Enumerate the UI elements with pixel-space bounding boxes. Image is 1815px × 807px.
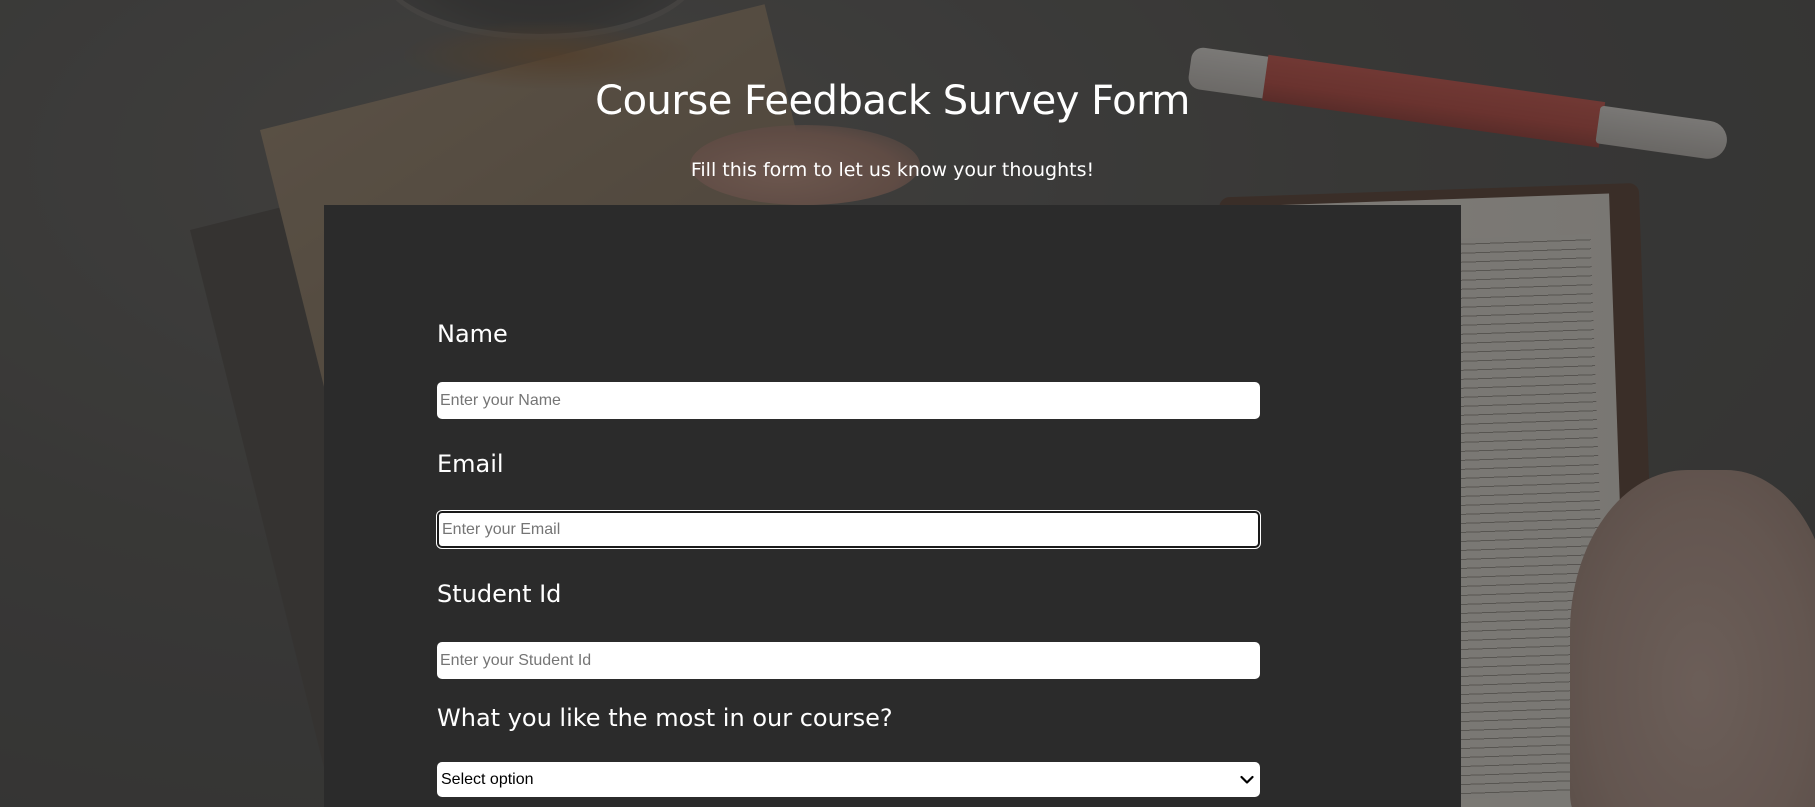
page-title: Course Feedback Survey Form xyxy=(595,78,1190,124)
page-description: Fill this form to let us know your thoug… xyxy=(690,159,1095,181)
student-id-input[interactable] xyxy=(437,642,1260,679)
name-label: Name xyxy=(437,320,508,348)
survey-page: Course Feedback Survey Form Fill this fo… xyxy=(0,0,1815,807)
chevron-down-icon xyxy=(1238,771,1256,789)
email-label: Email xyxy=(437,450,504,478)
liked-most-select[interactable]: Select option xyxy=(437,762,1260,797)
survey-form: Name Email Student Id What you like the … xyxy=(324,205,1461,807)
liked-most-label: What you like the most in our course? xyxy=(437,704,893,732)
name-input[interactable] xyxy=(437,382,1260,419)
student-id-label: Student Id xyxy=(437,580,562,608)
liked-most-selected-value: Select option xyxy=(441,770,534,788)
email-input[interactable] xyxy=(437,511,1260,548)
